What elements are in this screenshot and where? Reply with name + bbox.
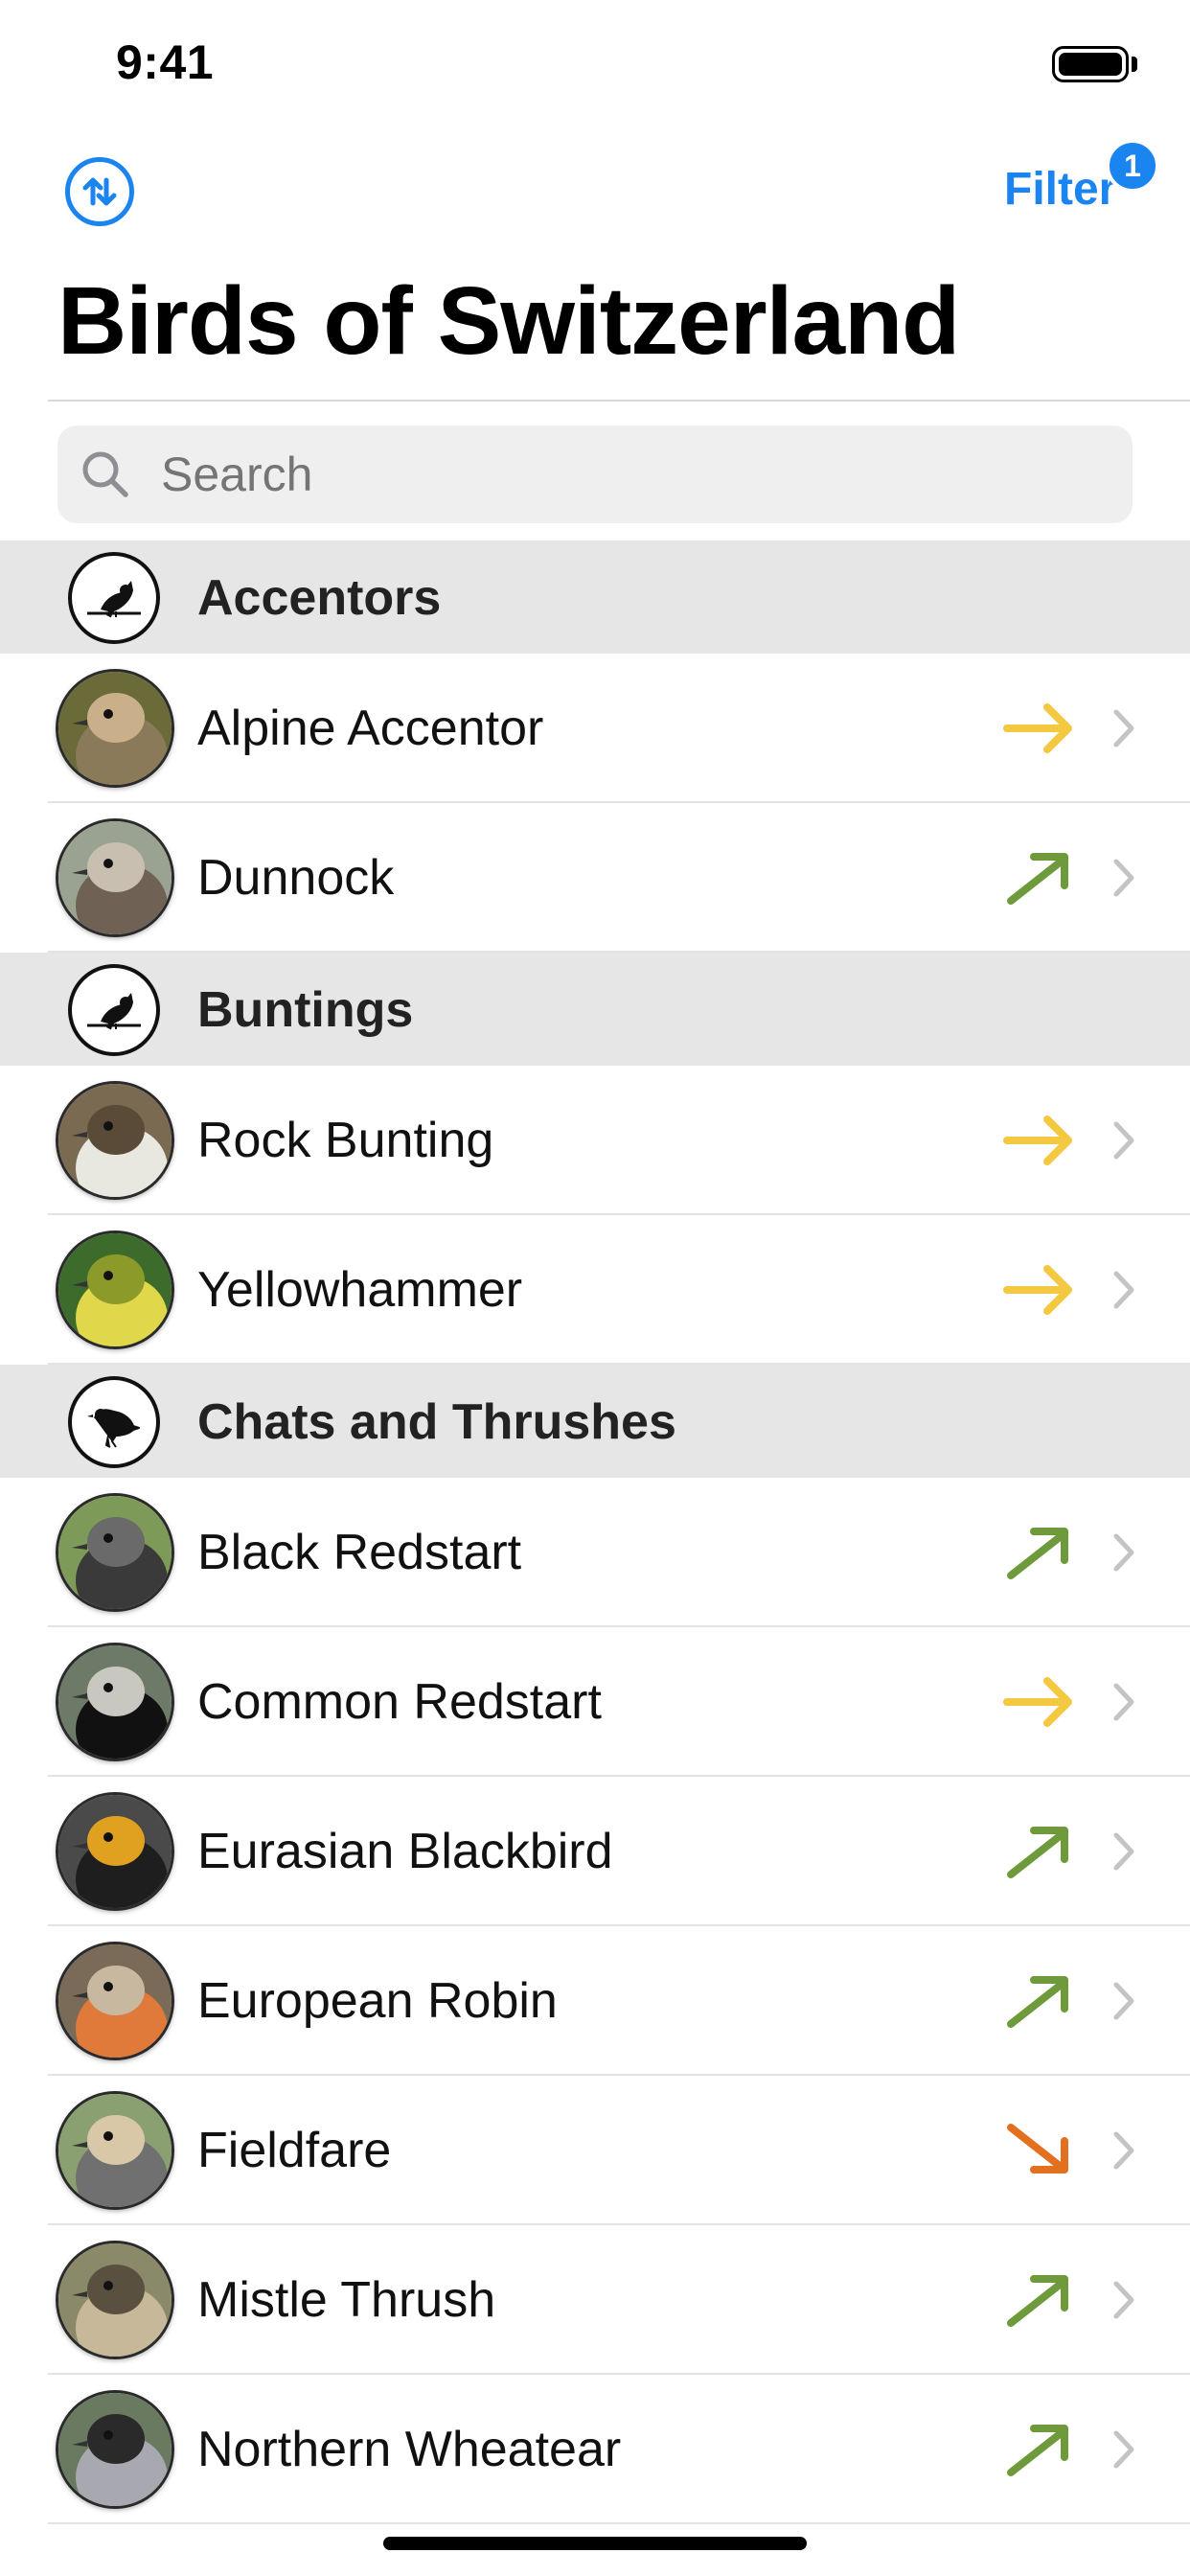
bird-name: Fieldfare (197, 2123, 392, 2178)
bird-name: Mistle Thrush (197, 2272, 496, 2328)
bird-photo (56, 1081, 174, 1200)
screen: 9:41 Filter 1 Birds of Switzerland Accen… (0, 0, 1190, 2576)
bird-list: Accentors Alpine Accentor Dunnock Buntings R… (0, 540, 1190, 2524)
chevron-right-icon (1113, 2131, 1134, 2170)
bird-name: Eurasian Blackbird (197, 1824, 613, 1879)
bird-name: Yellowhammer (197, 1262, 523, 1318)
section-header: Accentors (0, 540, 1190, 654)
bird-row[interactable]: Common Redstart (0, 1627, 1190, 1777)
home-indicator (383, 2537, 807, 2550)
bird-row[interactable]: Rock Bunting (0, 1066, 1190, 1215)
perched-bird-silhouette-icon (68, 964, 160, 1056)
section-title: Buntings (197, 982, 414, 1038)
bird-row[interactable]: Black Redstart (0, 1478, 1190, 1627)
bird-name: Dunnock (197, 850, 395, 906)
bird-photo (56, 2390, 174, 2509)
row-divider (48, 2522, 1190, 2524)
bird-photo (56, 1230, 174, 1349)
bird-row[interactable]: European Robin (0, 1926, 1190, 2076)
bird-name: European Robin (197, 1973, 558, 2029)
filter-count-badge: 1 (1106, 139, 1159, 193)
arrow-right-icon (1003, 1677, 1072, 1727)
battery-cap (1132, 57, 1137, 72)
bird-photo (56, 1493, 174, 1612)
bird-row[interactable]: Fieldfare (0, 2076, 1190, 2225)
bird-row[interactable]: Eurasian Blackbird (0, 1777, 1190, 1926)
bird-row[interactable]: Mistle Thrush (0, 2225, 1190, 2375)
chevron-right-icon (1113, 1271, 1134, 1309)
sort-button[interactable] (65, 157, 134, 226)
bird-row[interactable]: Yellowhammer (0, 1215, 1190, 1365)
chevron-right-icon (1113, 859, 1134, 897)
status-time: 9:41 (116, 35, 215, 89)
bird-photo (56, 818, 174, 937)
section-header: Chats and Thrushes (0, 1365, 1190, 1478)
chevron-right-icon (1113, 1121, 1134, 1160)
arrow-right-icon (1003, 703, 1072, 753)
filter-button[interactable]: Filter (1004, 163, 1116, 216)
bird-photo (56, 2091, 174, 2210)
chevron-right-icon (1113, 1832, 1134, 1871)
section-header: Buntings (0, 953, 1190, 1066)
arrow-up-right-icon (1007, 853, 1068, 905)
arrow-up-right-icon (1007, 1528, 1068, 1579)
bird-row[interactable]: Northern Wheatear (0, 2375, 1190, 2524)
chevron-right-icon (1113, 1533, 1134, 1572)
arrow-up-right-icon (1007, 1976, 1068, 2028)
bird-photo (56, 1643, 174, 1761)
chevron-right-icon (1113, 709, 1134, 748)
bird-photo (56, 1792, 174, 1911)
arrow-right-icon (1003, 1116, 1072, 1165)
status-bar: 9:41 (0, 0, 1190, 126)
bird-photo (56, 2241, 174, 2359)
arrows-up-down-icon (82, 177, 117, 206)
section-title: Chats and Thrushes (197, 1394, 676, 1450)
chevron-right-icon (1113, 1982, 1134, 2020)
bird-row[interactable]: Dunnock (0, 803, 1190, 953)
bird-name: Northern Wheatear (197, 2422, 622, 2477)
thrush-silhouette-icon (68, 1376, 160, 1468)
bird-row[interactable]: Alpine Accentor (0, 654, 1190, 803)
page-title: Birds of Switzerland (57, 267, 960, 375)
chevron-right-icon (1113, 2430, 1134, 2469)
perched-bird-silhouette-icon (68, 552, 160, 644)
arrow-down-right-icon (1007, 2124, 1068, 2174)
bird-photo (56, 669, 174, 788)
title-divider (48, 400, 1190, 402)
arrow-up-right-icon (1007, 2425, 1068, 2476)
arrow-up-right-icon (1007, 1827, 1068, 1878)
bird-photo (56, 1942, 174, 2060)
search-icon (82, 451, 128, 497)
bird-name: Alpine Accentor (197, 701, 544, 756)
section-title: Accentors (197, 570, 442, 626)
bird-name: Common Redstart (197, 1674, 602, 1730)
battery-icon (1052, 46, 1129, 82)
search-input[interactable] (161, 447, 1023, 502)
chevron-right-icon (1113, 1683, 1134, 1721)
arrow-right-icon (1003, 1265, 1072, 1315)
arrow-up-right-icon (1007, 2275, 1068, 2327)
search-field[interactable] (57, 426, 1133, 523)
chevron-right-icon (1113, 2281, 1134, 2319)
bird-name: Black Redstart (197, 1525, 522, 1580)
bird-name: Rock Bunting (197, 1113, 494, 1168)
